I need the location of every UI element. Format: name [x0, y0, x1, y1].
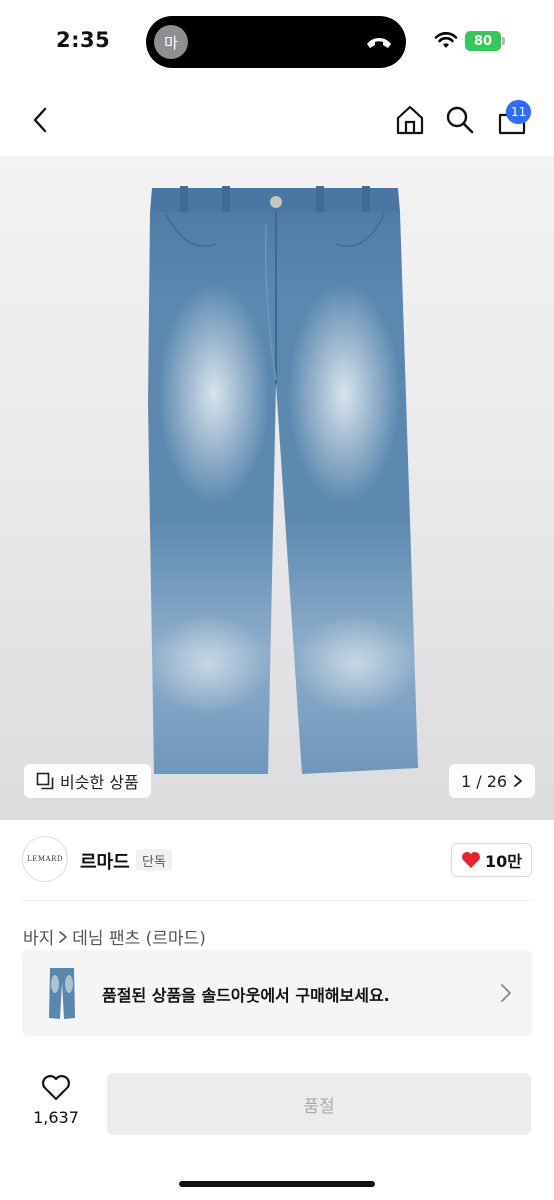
caller-avatar: 마 [154, 25, 188, 59]
dynamic-island[interactable]: 마 [146, 16, 406, 68]
soldout-banner[interactable]: 품절된 상품을 솔드아웃에서 구매해보세요. [22, 950, 532, 1036]
product-image-carousel[interactable]: 비슷한 상품 1 / 26 [0, 156, 554, 820]
status-bar: 2:35 마 80 [0, 0, 554, 84]
chevron-right-icon [59, 930, 68, 943]
copy-icon [36, 772, 54, 790]
wishlist-button[interactable]: 1,637 [30, 1074, 82, 1134]
image-page-indicator[interactable]: 1 / 26 [449, 764, 536, 798]
breadcrumb: 바지 데님 팬츠 (르마드) [23, 924, 206, 949]
home-button[interactable] [390, 98, 430, 142]
similar-products-label: 비슷한 상품 [60, 773, 139, 792]
wifi-icon [434, 32, 458, 48]
brand-like-button[interactable]: 10만 [451, 843, 532, 877]
top-nav [0, 84, 554, 156]
heart-filled-icon [462, 852, 480, 868]
chevron-right-icon [501, 984, 511, 1002]
brand-logo[interactable]: LEMARD [22, 836, 68, 882]
soldout-banner-text: 품절된 상품을 솔드아웃에서 구매해보세요. [102, 986, 390, 1005]
brand-row: LEMARD 르마드 단독 10만 [22, 836, 532, 884]
section-divider [22, 900, 532, 901]
wishlist-count: 1,637 [33, 1108, 79, 1127]
bottom-action-bar: 1,637 품절 [0, 1062, 554, 1200]
battery-indicator: 80 [465, 31, 501, 51]
status-time: 2:35 [56, 28, 111, 52]
jeans-thumbnail [49, 968, 75, 1019]
search-button[interactable] [440, 98, 480, 142]
similar-products-button[interactable]: 비슷한 상품 [24, 764, 151, 798]
cart-count-badge: 11 [506, 100, 532, 124]
jeans-product-image [148, 186, 418, 774]
breadcrumb-category[interactable]: 바지 [23, 924, 54, 949]
exclusive-badge: 단독 [136, 849, 172, 871]
chevron-left-icon [33, 107, 47, 133]
brand-logo-text: LEMARD [27, 855, 63, 863]
breadcrumb-subcategory[interactable]: 데님 팬츠 (르마드) [72, 924, 206, 949]
home-icon [396, 105, 424, 135]
heart-outline-icon [42, 1075, 70, 1101]
brand-like-count: 10만 [485, 852, 522, 871]
battery-tip [502, 37, 505, 45]
back-button[interactable] [20, 98, 60, 142]
chevron-right-icon [514, 775, 523, 787]
brand-name[interactable]: 르마드 [80, 848, 130, 874]
home-indicator [179, 1181, 375, 1187]
phone-hangup-icon [367, 38, 391, 48]
page-indicator-text: 1 / 26 [461, 771, 508, 791]
battery-level: 80 [473, 33, 493, 49]
search-icon [446, 106, 474, 134]
soldout-button[interactable]: 품절 [107, 1073, 531, 1135]
